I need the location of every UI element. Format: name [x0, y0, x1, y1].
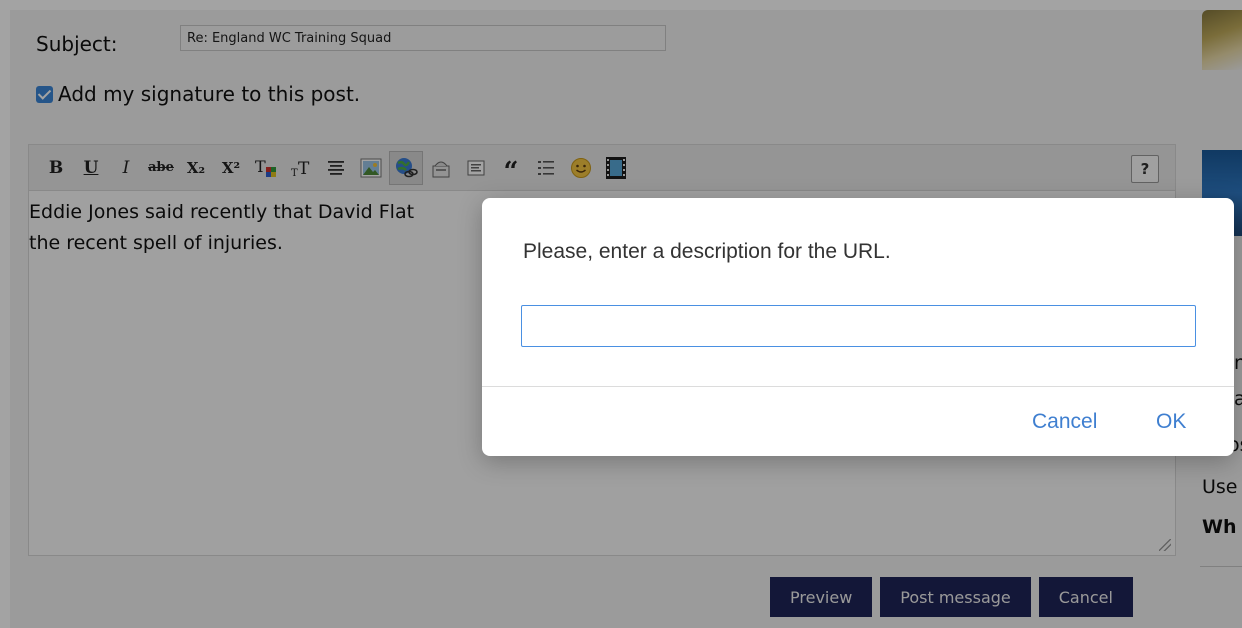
dialog-cancel-button[interactable]: Cancel	[1032, 410, 1097, 434]
url-description-input[interactable]	[521, 305, 1196, 347]
dialog-divider	[482, 386, 1234, 387]
dialog-message: Please, enter a description for the URL.	[523, 240, 891, 263]
url-description-dialog: Please, enter a description for the URL.…	[482, 198, 1234, 456]
dialog-ok-button[interactable]: OK	[1156, 410, 1186, 434]
